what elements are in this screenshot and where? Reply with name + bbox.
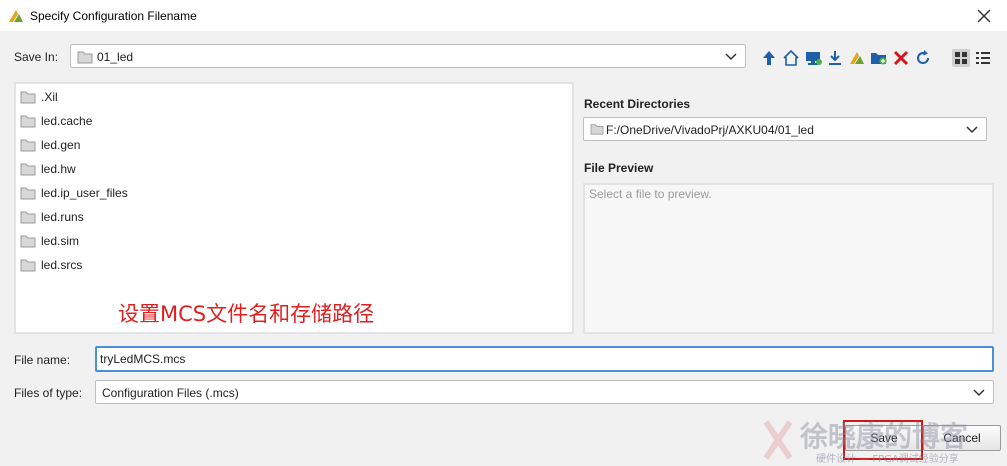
cancel-button[interactable]: Cancel [923, 425, 1001, 451]
save-in-label: Save In: [14, 50, 59, 64]
list-item[interactable]: led.hw [20, 158, 270, 180]
file-name: led.cache [41, 114, 93, 128]
folder-icon [590, 124, 604, 135]
file-type-value: Configuration Files (.mcs) [102, 386, 239, 400]
recent-directory-value: F:/OneDrive/VivadoPrj/AXKU04/01_led [606, 123, 814, 137]
file-name: .Xil [41, 90, 58, 104]
list-item[interactable]: led.srcs [20, 254, 270, 276]
file-list[interactable]: .Xil led.cache led.gen led.hw led.ip_use… [14, 82, 574, 334]
save-button[interactable]: Save [845, 425, 923, 451]
recent-directories-combo[interactable]: F:/OneDrive/VivadoPrj/AXKU04/01_led [583, 117, 987, 141]
file-preview-pane: Select a file to preview. [583, 183, 994, 334]
folder-icon [20, 91, 36, 104]
new-folder-icon[interactable] [870, 49, 888, 67]
file-type-combo[interactable]: Configuration Files (.mcs) [95, 380, 994, 404]
list-item[interactable]: led.sim [20, 230, 270, 252]
window-title: Specify Configuration Filename [30, 9, 197, 23]
list-item[interactable]: led.gen [20, 134, 270, 156]
chevron-down-icon [725, 53, 737, 61]
file-name-field[interactable] [95, 346, 994, 372]
chevron-down-icon [966, 126, 978, 134]
folder-icon [77, 51, 93, 64]
file-name: led.ip_user_files [41, 186, 128, 200]
list-item[interactable]: led.runs [20, 206, 270, 228]
close-icon[interactable] [975, 7, 993, 25]
preview-placeholder: Select a file to preview. [589, 187, 712, 201]
file-name: led.srcs [41, 258, 83, 272]
folder-icon [20, 235, 36, 248]
desktop-icon[interactable] [804, 49, 822, 67]
up-folder-icon[interactable] [760, 49, 778, 67]
recent-directories-label: Recent Directories [584, 97, 691, 111]
list-view-icon[interactable] [974, 49, 992, 67]
list-item[interactable]: led.cache [20, 110, 270, 132]
file-name-label: File name: [14, 353, 71, 367]
download-icon[interactable] [826, 49, 844, 67]
folder-icon [20, 211, 36, 224]
folder-icon [20, 163, 36, 176]
file-name: led.sim [41, 234, 80, 248]
home-icon[interactable] [782, 49, 800, 67]
file-name: led.hw [41, 162, 76, 176]
annotation-text: 设置MCS文件名和存储路径 [118, 302, 375, 326]
folder-icon [20, 259, 36, 272]
file-name: led.runs [41, 210, 84, 224]
current-folder-value: 01_led [97, 50, 134, 64]
chevron-down-icon [973, 389, 985, 397]
list-item[interactable]: .Xil [20, 86, 270, 108]
file-name-input[interactable] [100, 351, 980, 367]
folder-icon [20, 115, 36, 128]
file-name: led.gen [41, 138, 81, 152]
save-in-combo[interactable]: 01_led [70, 44, 746, 68]
title-bar: Specify Configuration Filename [0, 0, 1007, 32]
folder-icon [20, 139, 36, 152]
vivado-project-icon[interactable] [848, 49, 866, 67]
list-item[interactable]: led.ip_user_files [20, 182, 270, 204]
refresh-icon[interactable] [914, 49, 932, 67]
folder-icon [20, 187, 36, 200]
grid-view-icon[interactable] [952, 49, 970, 67]
file-preview-label: File Preview [584, 161, 654, 175]
file-type-label: Files of type: [14, 386, 83, 400]
delete-icon[interactable] [892, 49, 910, 67]
vivado-logo-icon [9, 10, 23, 22]
